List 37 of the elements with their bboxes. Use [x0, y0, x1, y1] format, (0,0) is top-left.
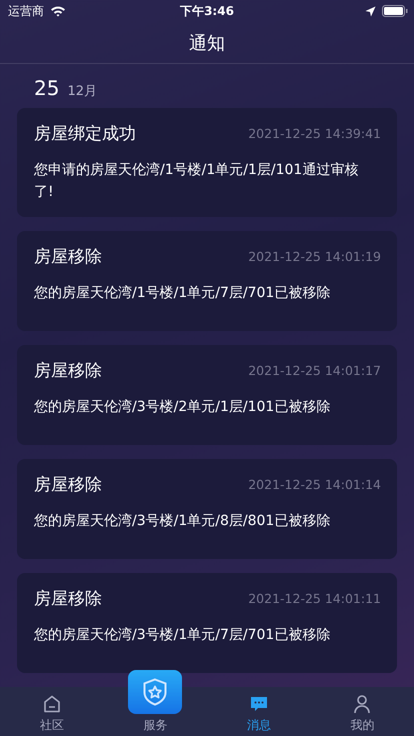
- notification-title: 房屋移除: [34, 246, 102, 268]
- notification-card[interactable]: 房屋移除 2021-12-25 14:01:17 您的房屋天伦湾/3号楼/2单元/1层/101已被移除: [17, 345, 397, 445]
- wifi-icon: [50, 5, 66, 17]
- date-month: 12月: [67, 83, 97, 100]
- shield-star-icon: [142, 678, 168, 706]
- tab-item[interactable]: 我的: [310, 687, 414, 736]
- notification-card[interactable]: 房屋移除 2021-12-25 14:01:19 您的房屋天伦湾/1号楼/1单元/7层/701已被移除: [17, 231, 397, 331]
- tab-item[interactable]: 消息: [207, 687, 310, 736]
- notification-time: 2021-12-25 14:01:14: [248, 477, 381, 492]
- notification-time: 2021-12-25 14:01:17: [248, 363, 381, 378]
- service-button[interactable]: [128, 670, 182, 714]
- carrier-name: 运营商: [8, 2, 44, 20]
- notification-card[interactable]: 房屋绑定成功 2021-12-25 14:39:41 您申请的房屋天伦湾/1号楼/1单元/1层/101通过审核了!: [17, 108, 397, 217]
- notification-title: 房屋移除: [34, 588, 102, 610]
- page-title: 通知: [189, 32, 225, 54]
- date-day: 25: [34, 76, 60, 100]
- notification-time: 2021-12-25 14:01:11: [248, 591, 381, 606]
- person-icon: [352, 694, 372, 714]
- chat-bubble-icon: [248, 694, 269, 714]
- notification-card[interactable]: 房屋移除 2021-12-25 14:01:11 您的房屋天伦湾/3号楼/1单元/7层/701已被移除: [17, 573, 397, 673]
- notification-time: 2021-12-25 14:01:19: [248, 249, 381, 264]
- tab-item[interactable]: 服务: [104, 670, 207, 736]
- notification-title: 房屋移除: [34, 360, 102, 382]
- notification-title: 房屋绑定成功: [34, 123, 136, 145]
- home-icon: [42, 694, 62, 714]
- notification-message: 您的房屋天伦湾/3号楼/1单元/7层/701已被移除: [34, 626, 332, 645]
- notification-title: 房屋移除: [34, 474, 102, 496]
- notification-card[interactable]: 房屋移除 2021-12-25 14:01:14 您的房屋天伦湾/3号楼/1单元/8层/801已被移除: [17, 459, 397, 559]
- notification-message: 您的房屋天伦湾/3号楼/2单元/1层/101已被移除: [34, 398, 332, 417]
- battery-icon: [382, 5, 408, 17]
- tab-item[interactable]: 社区: [0, 687, 104, 736]
- location-arrow-icon: [365, 6, 376, 16]
- status-time: 下午3:46: [180, 2, 234, 20]
- notification-message: 您的房屋天伦湾/1号楼/1单元/7层/701已被移除: [34, 284, 332, 303]
- notification-message: 您的房屋天伦湾/3号楼/1单元/8层/801已被移除: [34, 512, 332, 531]
- notification-time: 2021-12-25 14:39:41: [248, 126, 381, 141]
- notification-message: 您申请的房屋天伦湾/1号楼/1单元/1层/101通过审核了!: [34, 161, 360, 202]
